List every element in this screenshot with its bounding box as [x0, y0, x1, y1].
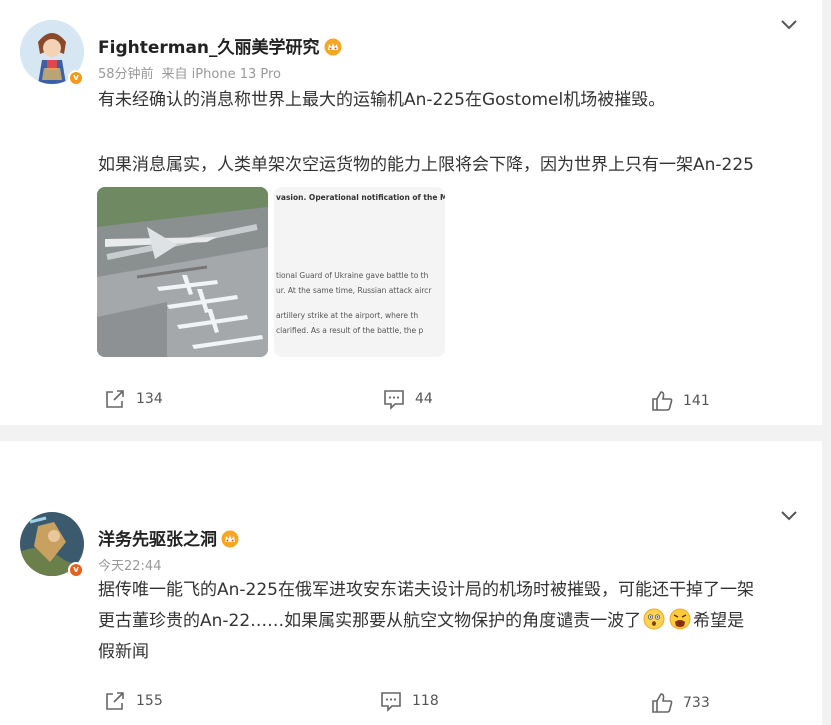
post-card: v Fighterman_久丽美学研究 58分钟前 来自 iPhone 13 Pr… — [0, 0, 822, 425]
comment-text-line-3: 假新闻 — [98, 642, 149, 662]
post-text-line-2: 如果消息属实，人类单架次空运货物的能力上限将会下降，因为世界上只有一架An-22… — [98, 155, 754, 175]
comment-text-line-2-tail: 希望是 — [693, 611, 745, 631]
share-icon — [106, 390, 124, 408]
comment-card: v 洋务先驱张之洞 今天22:44 据传唯一能飞的An-225在俄军进攻安东诺夫… — [0, 441, 822, 725]
comment-like-count: 733 — [683, 695, 710, 711]
comment-text-line-1: 据传唯一能飞的An-225在俄军进攻安东诺夫设计局的机场时被摧毁，可能还干掉了一… — [98, 580, 754, 600]
post-image-document[interactable]: vasion. Operational notification of the … — [274, 187, 445, 357]
commenter-username[interactable]: 洋务先驱张之洞 — [98, 525, 239, 550]
like-count: 141 — [683, 393, 710, 409]
share-button[interactable]: 134 — [104, 388, 163, 410]
chevron-down-icon[interactable] — [779, 14, 799, 34]
post-image-airport[interactable] — [97, 187, 268, 357]
post-time: 58分钟前 — [98, 67, 154, 82]
post-source: 来自 iPhone 13 Pro — [161, 67, 281, 82]
like-button[interactable]: 141 — [651, 390, 710, 412]
doc-line-a: tional Guard of Ukraine gave battle to t… — [276, 271, 429, 280]
verified-badge-icon: v — [68, 562, 84, 578]
comment-reply-count: 118 — [412, 693, 439, 709]
doc-line-d: clarified. As a result of the battle, th… — [276, 326, 424, 335]
post-meta: 58分钟前 来自 iPhone 13 Pro — [98, 63, 289, 82]
commenter-username-text[interactable]: 洋务先驱张之洞 — [98, 530, 217, 550]
doc-line-c: artillery strike at the airport, where t… — [276, 311, 419, 320]
angry-emoji-icon — [669, 608, 691, 630]
verified-badge-icon: v — [68, 70, 84, 86]
comment-count: 44 — [415, 391, 433, 407]
comment-time: 今天22:44 — [98, 559, 162, 574]
thumbs-up-icon — [652, 693, 673, 713]
thumbs-up-icon — [652, 391, 673, 411]
comment-button[interactable]: 44 — [383, 388, 433, 410]
comment-share-button[interactable]: 155 — [104, 690, 163, 712]
doc-line-b: ur. At the same time, Russian attack air… — [276, 286, 432, 295]
vip-crown-icon — [324, 38, 342, 56]
vip-crown-icon — [221, 530, 239, 548]
share-icon — [106, 692, 124, 710]
post-username-text[interactable]: Fighterman_久丽美学研究 — [98, 38, 320, 58]
comment-text-line-2-main: 更古董珍贵的An-22……如果属实那要从航空文物保护的角度谴责一波了 — [98, 611, 642, 631]
share-count: 134 — [136, 391, 163, 407]
comment-reply-button[interactable]: 118 — [380, 690, 439, 712]
post-text-line-1: 有未经确认的消息称世界上最大的运输机An-225在Gostomel机场被摧毁。 — [98, 90, 666, 110]
post-username[interactable]: Fighterman_久丽美学研究 — [98, 33, 342, 58]
comment-icon — [384, 390, 404, 410]
comment-share-count: 155 — [136, 693, 163, 709]
surprised-emoji-icon — [643, 608, 665, 630]
comment-text-line-2: 更古董珍贵的An-22……如果属实那要从航空文物保护的角度谴责一波了 希望是 — [98, 607, 744, 635]
comment-icon — [381, 692, 401, 712]
chevron-down-icon[interactable] — [779, 505, 799, 525]
doc-title: vasion. Operational notification of the … — [276, 193, 445, 202]
comment-like-button[interactable]: 733 — [651, 692, 710, 714]
